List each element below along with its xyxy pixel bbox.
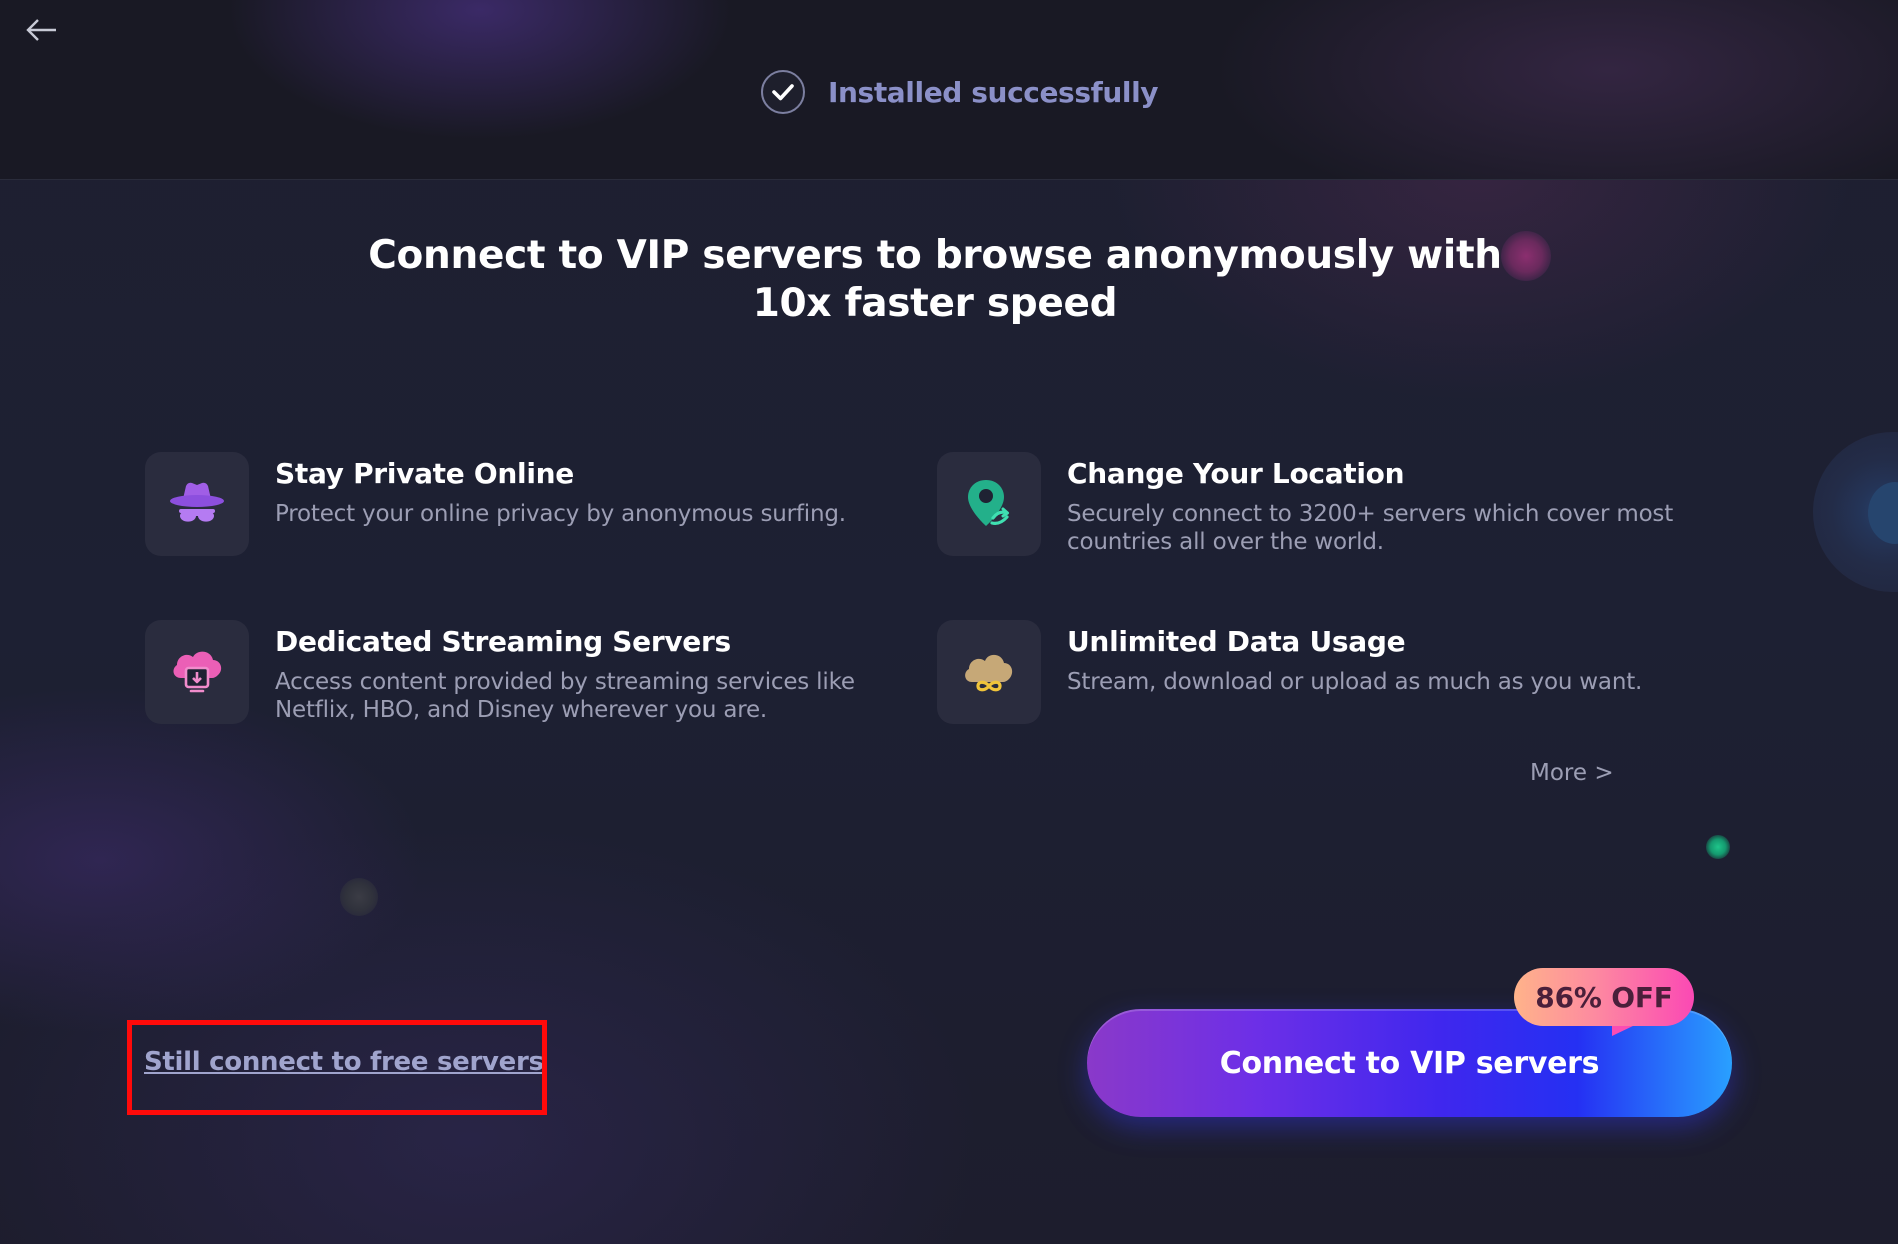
page-title-line-2: 10x faster speed bbox=[752, 281, 1118, 326]
feature-description-line: Stream, download or upload as much as yo… bbox=[1067, 669, 1643, 695]
feature-unlimited-data: Unlimited Data Usage Stream, download or… bbox=[937, 620, 1642, 724]
discount-badge: 86% OFF bbox=[1514, 968, 1694, 1026]
free-servers-link[interactable]: Still connect to free servers bbox=[144, 1047, 544, 1077]
feature-streaming-servers: Dedicated Streaming Servers Access conte… bbox=[145, 620, 855, 724]
unlimited-data-cloud-icon bbox=[965, 654, 1013, 692]
arrow-left-icon[interactable] bbox=[22, 15, 62, 45]
feature-title: Dedicated Streaming Servers bbox=[275, 625, 731, 658]
feature-icon-tile bbox=[937, 620, 1041, 724]
feature-title: Stay Private Online bbox=[275, 457, 574, 490]
header-bar: Installed successfully bbox=[0, 0, 1898, 180]
feature-description: Protect your online privacy by anonymous… bbox=[275, 500, 846, 528]
feature-title: Change Your Location bbox=[1067, 457, 1405, 490]
feature-stay-private: Stay Private Online Protect your online … bbox=[145, 452, 846, 556]
streaming-cloud-icon bbox=[173, 651, 222, 693]
incognito-icon bbox=[170, 482, 224, 522]
page-title: Connect to VIP servers to browse anonymo… bbox=[250, 232, 1620, 328]
feature-change-location: Change Your Location Securely connect to… bbox=[937, 452, 1673, 556]
feature-description-line: Protect your online privacy by anonymous… bbox=[275, 501, 846, 527]
app-window: Installed successfully Connect to VIP se… bbox=[0, 0, 1898, 1244]
feature-description: Stream, download or upload as much as yo… bbox=[1067, 668, 1642, 696]
check-circle-icon bbox=[761, 70, 805, 114]
feature-description-line: Access content provided by streaming ser… bbox=[275, 669, 855, 695]
decorative-orb-dark bbox=[340, 878, 378, 916]
feature-description-line: Securely connect to 3200+ servers which … bbox=[1067, 501, 1674, 527]
feature-text: Change Your Location Securely connect to… bbox=[1067, 457, 1673, 556]
install-status: Installed successfully bbox=[760, 68, 1159, 116]
feature-icon-tile bbox=[145, 620, 249, 724]
feature-description-line: countries all over the world. bbox=[1067, 529, 1384, 555]
feature-text: Dedicated Streaming Servers Access conte… bbox=[275, 625, 855, 724]
feature-title: Unlimited Data Usage bbox=[1067, 625, 1406, 658]
feature-icon-tile bbox=[937, 452, 1041, 556]
feature-description-line: Netflix, HBO, and Disney wherever you ar… bbox=[275, 697, 768, 723]
location-pin-icon bbox=[968, 480, 1009, 526]
status-text: Installed successfully bbox=[828, 75, 1159, 109]
more-features-link[interactable]: More > bbox=[1530, 760, 1614, 786]
feature-description: Access content provided by streaming ser… bbox=[275, 668, 855, 724]
decorative-orb-green bbox=[1706, 835, 1730, 859]
feature-text: Stay Private Online Protect your online … bbox=[275, 457, 846, 556]
feature-icon-tile bbox=[145, 452, 249, 556]
feature-text: Unlimited Data Usage Stream, download or… bbox=[1067, 625, 1642, 724]
page-title-line-1: Connect to VIP servers to browse anonymo… bbox=[368, 233, 1502, 278]
feature-description: Securely connect to 3200+ servers which … bbox=[1067, 500, 1673, 556]
